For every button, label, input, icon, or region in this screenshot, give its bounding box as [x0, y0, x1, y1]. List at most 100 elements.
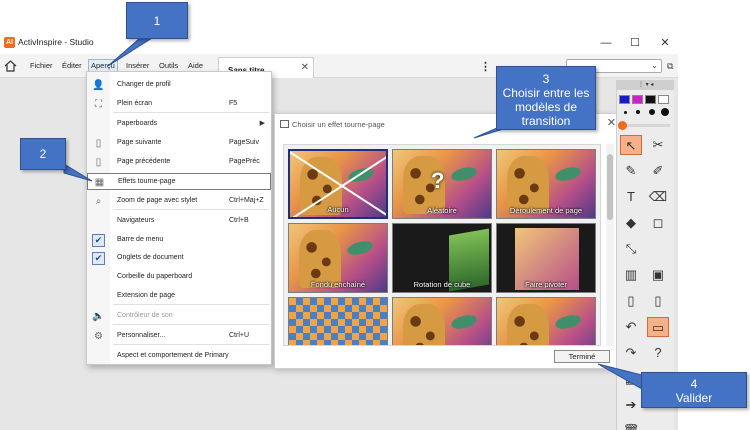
menu-fichier[interactable]: Fichier [30, 61, 53, 70]
menu-item-page-precedente[interactable]: ▯ Page précédente PagePréc [87, 154, 271, 171]
scrollbar-thumb[interactable] [607, 154, 613, 220]
callout-1-number: 1 [153, 14, 161, 28]
eraser-icon[interactable]: ⌫ [647, 187, 669, 207]
menu-item-personnaliser[interactable]: ⚙ Personnaliser... Ctrl+U [87, 328, 271, 345]
effect-thumbnail-9[interactable] [496, 297, 596, 345]
color-swatch[interactable] [619, 95, 630, 104]
done-button[interactable]: Terminé [554, 350, 610, 363]
check-icon: ✔ [92, 252, 105, 265]
apercu-dropdown-menu: 👤 Changer de profil ⛶ Plein écran F5 Paperboa… [86, 71, 272, 365]
next-page-icon: ▯ [95, 138, 102, 149]
menu-item-effets-tourne-page[interactable]: ▦ Effets tourne-page [87, 173, 271, 190]
menu-item-aspect-et-comportement-de-primary[interactable]: Aspect et comportement de Primary [87, 348, 271, 365]
effect-label: Aucun [327, 205, 349, 214]
menu-item-paperboards[interactable]: Paperboards ▶ [87, 116, 271, 133]
pen-size-1[interactable] [624, 111, 627, 114]
undo-icon[interactable]: ↶ [620, 317, 642, 337]
menu-item-label: Onglets de document [117, 254, 184, 261]
menu-inserer[interactable]: Insérer [126, 61, 149, 70]
menu-item-controleur-de-son[interactable]: 🔈 Contrôleur de son [87, 308, 271, 325]
maximize-icon[interactable]: ☐ [627, 36, 643, 50]
effect-label: Déroulement de page [509, 206, 583, 215]
pages-icon[interactable]: ▥ [620, 265, 642, 285]
effect-thumbnail-8[interactable] [392, 297, 492, 345]
menu-item-label: Page suivante [117, 139, 162, 146]
color-swatch[interactable] [632, 95, 643, 104]
redo-icon[interactable]: ↷ [620, 343, 642, 363]
grid-icon[interactable]: ▦ [620, 369, 642, 389]
effect-label: Rotation de cube [413, 280, 471, 289]
reset-page-icon[interactable]: ▯ [647, 291, 669, 311]
effect-thumbnail-2[interactable]: ? Aléatoire [392, 149, 492, 219]
effect-thumbnail-7[interactable] [288, 297, 388, 345]
menu-item-navigateurs[interactable]: Navigateurs Ctrl+B [87, 213, 271, 230]
menu-item-label: Paperboards [117, 120, 158, 127]
pen-size-2[interactable] [636, 110, 640, 114]
pen-size-3[interactable] [649, 109, 655, 115]
pen-size-4[interactable] [661, 108, 669, 116]
fill-icon[interactable]: ◆ [620, 213, 642, 233]
giraffe-image [507, 304, 549, 345]
random-question-mark: ? [431, 168, 445, 193]
effect-thumbnail-4[interactable]: Fondu enchaîné [288, 223, 388, 293]
effects-scrollbar[interactable] [606, 144, 614, 346]
close-icon[interactable]: ✕ [657, 36, 673, 50]
effect-thumbnail-6[interactable]: Faire pivoter [496, 223, 596, 293]
profile-icon: 👤 [92, 80, 105, 91]
hummingbird-image [345, 238, 375, 258]
color-swatch[interactable] [645, 95, 656, 104]
menu-item-label: Extension de page [117, 292, 175, 299]
menu-item-extension-de-page[interactable]: Extension de page [87, 288, 271, 305]
dialog-close-icon[interactable]: ✕ [607, 116, 616, 129]
camera-icon[interactable]: ▣ [647, 265, 669, 285]
select-tool-icon[interactable]: ↖ [620, 135, 642, 155]
menu-item-changer-de-profil[interactable]: 👤 Changer de profil [87, 77, 271, 94]
callout-2-number: 2 [39, 147, 47, 161]
tab-close-icon[interactable]: ✕ [301, 62, 309, 73]
blank-icon [647, 421, 669, 430]
menu-item-corbeille-du-paperboard[interactable]: Corbeille du paperboard [87, 269, 271, 286]
more-options-icon[interactable]: ⋮ [480, 60, 491, 73]
minimize-icon[interactable]: — [598, 36, 614, 50]
pen-icon[interactable]: ✎ [620, 161, 642, 181]
trash-icon[interactable]: 🗑 [620, 421, 642, 430]
callout-3-text: Choisir entre les modèles de transition [502, 86, 590, 128]
pen-size-slider[interactable] [620, 124, 670, 127]
page-turn-tool-icon[interactable]: ▭ [647, 317, 669, 337]
shapes-icon[interactable]: ◻ [647, 213, 669, 233]
menu-editer[interactable]: Éditer [62, 61, 82, 70]
effect-thumbnail-5[interactable]: Rotation de cube [392, 223, 492, 293]
check-icon: ✔ [92, 234, 105, 247]
pen-size-slider-knob[interactable] [618, 121, 627, 130]
menu-item-shortcut: F5 [229, 100, 238, 107]
menu-aide[interactable]: Aide [188, 61, 203, 70]
menu-item-barre-de-menu[interactable]: ✔ Barre de menu [87, 232, 271, 249]
restore-window-icon[interactable]: ⧉ [667, 61, 673, 72]
menu-item-label: Personnaliser... [117, 332, 166, 339]
home-icon[interactable] [4, 60, 17, 72]
menu-item-zoom-de-page-avec-stylet[interactable]: ⌕ Zoom de page avec stylet Ctrl+Maj+Z [87, 193, 271, 210]
effect-label: Aléatoire [427, 206, 457, 215]
page-turn-icon: ▦ [94, 177, 105, 188]
clear-icon[interactable]: ▯ [620, 291, 642, 311]
connector-icon[interactable]: ⤡ [620, 239, 642, 259]
menu-outils[interactable]: Outils [159, 61, 178, 70]
callout-3-number: 3 [542, 72, 550, 86]
toolbox-header-controls[interactable]: ⋮ ▾ ◂ [638, 81, 653, 88]
forward-icon[interactable]: ➔ [620, 395, 642, 415]
menu-item-plein-ecran[interactable]: ⛶ Plein écran F5 [87, 96, 271, 113]
highlighter-icon[interactable]: ✐ [647, 161, 669, 181]
tools-icon[interactable]: ✂ [647, 135, 669, 155]
submenu-arrow-icon: ▶ [259, 120, 265, 127]
menu-item-shortcut: PagePréc [229, 158, 260, 165]
effect-thumbnail-1[interactable]: Aucun [288, 149, 388, 219]
menu-item-label: Navigateurs [117, 217, 155, 224]
color-swatch[interactable] [658, 95, 669, 104]
effect-thumbnail-3[interactable]: Déroulement de page [496, 149, 596, 219]
menu-item-label: Contrôleur de son [117, 312, 173, 319]
text-icon[interactable]: T [620, 187, 642, 207]
question-icon[interactable]: ? [647, 343, 669, 363]
menu-item-page-suivante[interactable]: ▯ Page suivante PageSuiv [87, 135, 271, 152]
hummingbird-image [346, 165, 376, 185]
menu-item-onglets-de-document[interactable]: ✔ Onglets de document [87, 250, 271, 267]
